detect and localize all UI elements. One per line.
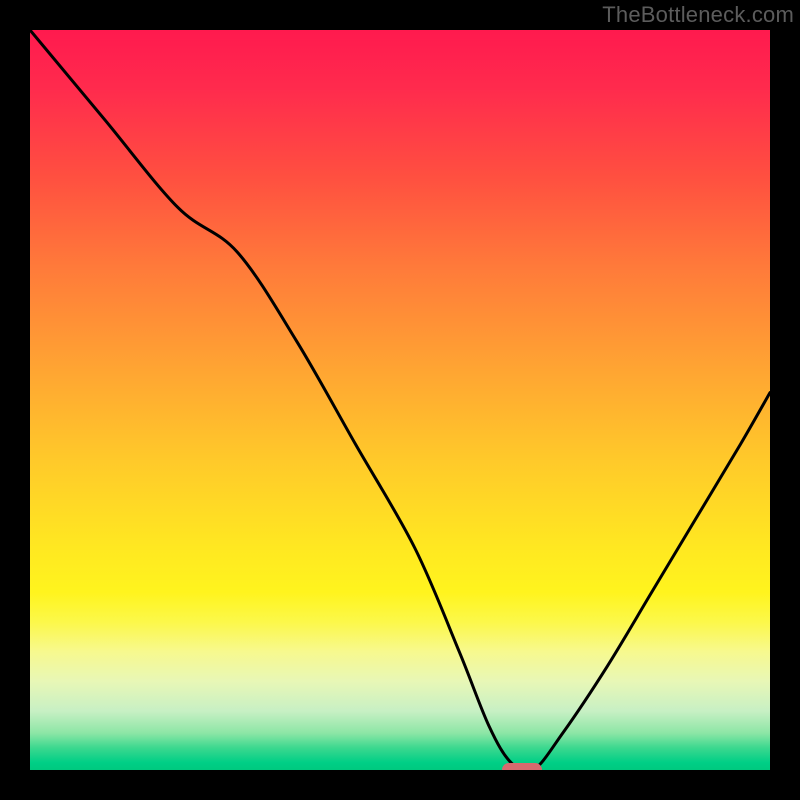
- chart-frame: TheBottleneck.com: [0, 0, 800, 800]
- bottleneck-curve: [30, 30, 770, 770]
- watermark-text: TheBottleneck.com: [602, 2, 794, 28]
- plot-area: [30, 30, 770, 770]
- optimal-marker: [502, 763, 542, 770]
